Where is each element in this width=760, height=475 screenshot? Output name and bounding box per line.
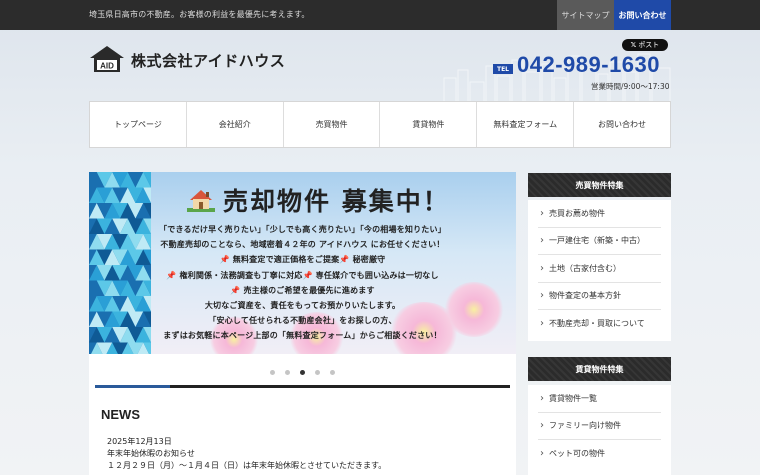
x-post-button[interactable]: 𝕏 ポスト	[622, 39, 668, 51]
site-tagline: 埼玉県日高市の不動産。お客様の利益を最優先に考えます。	[89, 10, 310, 19]
company-name[interactable]: 株式会社アイドハウス	[131, 50, 285, 71]
chevron-right-icon: ›	[540, 262, 544, 274]
sidebar-item-family-rental[interactable]: › ファミリー向け物件	[538, 413, 661, 440]
sidebar-item-land[interactable]: › 土地（古家付含む）	[538, 255, 661, 283]
sidebar-item-detached-house[interactable]: › 一戸建住宅（新築・中古）	[538, 228, 661, 255]
nav-item-sales[interactable]: 売買物件	[284, 102, 381, 147]
hero-banner-slide[interactable]: 売却物件 募集中！ 「できるだけ早く売りたい」「少しでも高く売りたい」「今の相場…	[89, 172, 516, 354]
banner-text: 「できるだけ早く売りたい」「少しでも高く売りたい」「今の相場を知りたい」 不動産…	[89, 222, 516, 344]
pin-icon: 📌	[166, 270, 177, 280]
nav-item-contact[interactable]: お問い合わせ	[574, 102, 670, 147]
top-bar: 埼玉県日高市の不動産。お客様の利益を最優先に考えます。 サイトマップ お問い合わ…	[0, 0, 760, 30]
sidebar-sales-heading: 売買物件特集	[528, 173, 671, 197]
house-emoji-icon	[187, 190, 215, 212]
company-logo-icon[interactable]: AID	[89, 45, 125, 73]
chevron-right-icon: ›	[540, 448, 544, 460]
main-navigation: トップページ 会社紹介 売買物件 賃貸物件 無料査定フォーム お問い合わせ	[89, 101, 671, 148]
tel-badge: TEL	[493, 64, 513, 74]
slider-dot[interactable]	[315, 370, 320, 375]
news-date: 2025年12月13日	[107, 437, 172, 446]
slider-pagination	[89, 370, 516, 375]
x-logo-icon: 𝕏	[630, 41, 637, 49]
sidebar-item-rental-list[interactable]: › 賃貸物件一覧	[538, 385, 661, 413]
banner-line: 📌 無料査定で適正価格をご提案📌 秘密厳守	[219, 255, 386, 265]
nav-item-free-appraisal[interactable]: 無料査定フォーム	[477, 102, 575, 147]
chevron-right-icon: ›	[540, 420, 544, 432]
phone-number[interactable]: 042-989-1630	[517, 52, 660, 78]
pin-icon: 📌	[219, 255, 230, 265]
top-contact-button[interactable]: お問い合わせ	[614, 0, 671, 30]
chevron-right-icon: ›	[540, 290, 544, 302]
chevron-right-icon: ›	[540, 318, 544, 330]
slider-dot[interactable]	[300, 370, 305, 375]
banner-line: まずはお気軽に本ページ上部の「無料査定フォーム」からご相談ください！	[163, 331, 442, 341]
sidebar-item-sell-buyback[interactable]: › 不動産売却・買取について	[538, 310, 661, 338]
sidebar-sales-list: › 売買お薦め物件 › 一戸建住宅（新築・中古） › 土地（古家付含む） › 物件査定の…	[528, 200, 671, 341]
nav-item-company[interactable]: 会社紹介	[187, 102, 284, 147]
sidebar-rental-list: › 賃貸物件一覧 › ファミリー向け物件 › ペット可の物件	[528, 385, 671, 475]
sidebar-item-appraisal-policy[interactable]: › 物件査定の基本方針	[538, 283, 661, 310]
banner-line: 不動産売却のことなら、地域密着４２年の アイドハウス にお任せください！	[160, 240, 445, 250]
banner-title: 売却物件 募集中！	[187, 182, 450, 218]
news-item[interactable]: 2025年12月13日 年末年始休暇のお知らせ １２月２９日（月）～１月４日（日…	[107, 436, 507, 472]
main-content: 売却物件 募集中！ 「できるだけ早く売りたい」「少しでも高く売りたい」「今の相場…	[89, 172, 516, 475]
banner-line: 大切なご資産を、責任をもってお預かりいたします。	[204, 301, 401, 311]
slider-dot[interactable]	[330, 370, 335, 375]
banner-line: 📌 売主様のご希望を最優先に進めます	[230, 285, 375, 295]
sitemap-button[interactable]: サイトマップ	[557, 0, 614, 30]
pin-icon: 📌	[302, 270, 313, 280]
slider-progress-fill	[95, 385, 170, 388]
sidebar-item-pet-friendly[interactable]: › ペット可の物件	[538, 440, 661, 468]
chevron-right-icon: ›	[540, 392, 544, 404]
pin-icon: 📌	[339, 255, 350, 265]
x-post-label: ポスト	[638, 41, 660, 49]
slider-progress-bar	[95, 385, 510, 388]
news-body: １２月２９日（月）～１月４日（日）は年末年始休暇とさせていただきます。	[107, 461, 387, 470]
slider-dot[interactable]	[270, 370, 275, 375]
banner-line: 「安心して任せられる不動産会社」をお探しの方、	[208, 316, 397, 326]
sidebar-rental-heading: 賃貸物件特集	[528, 357, 671, 381]
banner-line: 「できるだけ早く売りたい」「少しでも高く売りたい」「今の相場を知りたい」	[159, 225, 446, 234]
chevron-right-icon: ›	[540, 207, 544, 219]
business-hours: 営業時間/9:00～17:30	[591, 82, 670, 91]
slider-dot[interactable]	[285, 370, 290, 375]
news-heading: NEWS	[101, 407, 140, 422]
logo-badge-text: AID	[100, 62, 114, 71]
nav-item-rental[interactable]: 賃貸物件	[380, 102, 478, 147]
banner-title-text: 売却物件 募集中！	[223, 187, 450, 216]
pin-icon: 📌	[230, 285, 241, 295]
chevron-right-icon: ›	[540, 235, 544, 247]
news-item-title[interactable]: 年末年始休暇のお知らせ	[107, 448, 507, 460]
nav-item-top[interactable]: トップページ	[90, 102, 187, 147]
sidebar-item-recommended-sales[interactable]: › 売買お薦め物件	[538, 200, 661, 228]
banner-line: 📌 権利関係・法務調査も丁寧に対応📌 専任媒介でも囲い込みは一切なし	[166, 270, 439, 280]
